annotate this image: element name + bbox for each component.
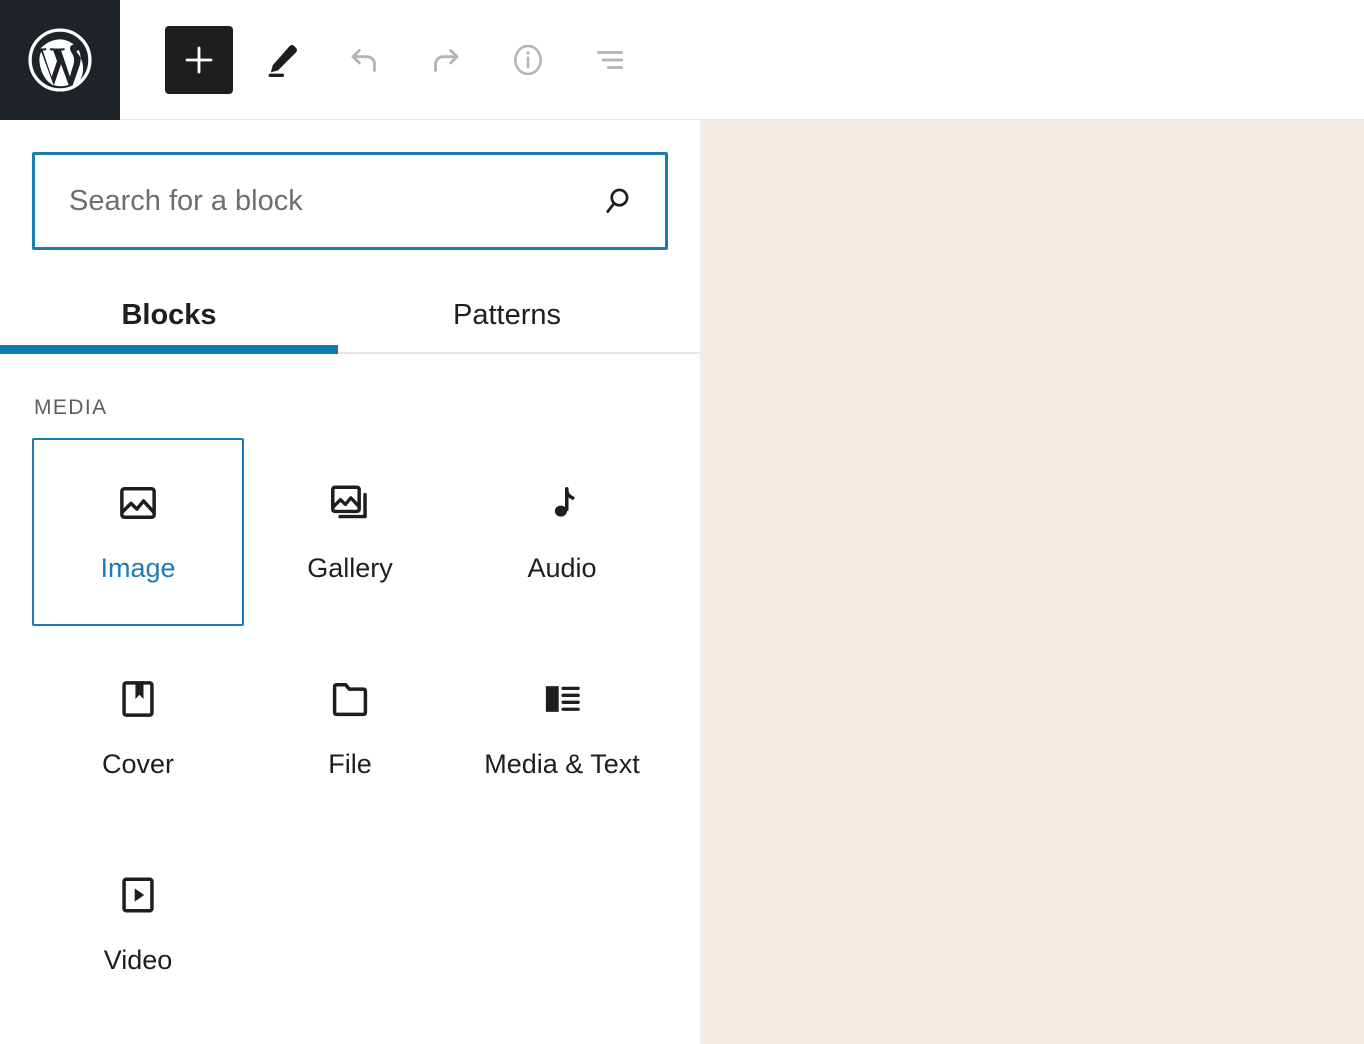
block-inserter-panel: Blocks Patterns MEDIA Image (0, 120, 701, 1044)
search-box[interactable] (32, 152, 668, 250)
tab-blocks[interactable]: Blocks (0, 278, 338, 352)
list-view-button[interactable] (577, 27, 643, 93)
block-item-image[interactable]: Image (32, 438, 244, 626)
wordpress-block-editor: Blocks Patterns MEDIA Image (0, 0, 1364, 1044)
plus-icon (181, 42, 217, 78)
block-item-label: Media & Text (484, 749, 640, 780)
undo-icon (344, 40, 384, 80)
toolbar-actions (120, 0, 643, 119)
block-item-media-text[interactable]: Media & Text (456, 634, 668, 822)
info-icon (508, 40, 548, 80)
add-block-button[interactable] (165, 26, 233, 94)
undo-button[interactable] (331, 27, 397, 93)
edit-mode-button[interactable] (249, 27, 315, 93)
editor-body: Blocks Patterns MEDIA Image (0, 120, 1364, 1044)
editor-toolbar (0, 0, 1364, 120)
category-label-media: MEDIA (34, 396, 668, 420)
media-text-icon (540, 677, 584, 721)
gallery-icon (328, 481, 372, 525)
block-item-label: Audio (527, 553, 596, 584)
block-item-video[interactable]: Video (32, 830, 244, 1018)
block-grid: Image Gallery (32, 438, 668, 1018)
tab-patterns[interactable]: Patterns (338, 278, 676, 352)
file-icon (328, 677, 372, 721)
editor-canvas: Mont Blanc appears—still, snowy, and ser… (701, 120, 1364, 1044)
block-item-label: Cover (102, 749, 174, 780)
wordpress-logo (27, 27, 93, 93)
block-item-label: File (328, 749, 372, 780)
block-item-label: Video (104, 945, 173, 976)
inserter-tabs: Blocks Patterns (0, 278, 700, 354)
block-list: MEDIA Image (0, 354, 700, 1044)
video-icon (116, 873, 160, 917)
block-item-label: Image (100, 553, 175, 584)
block-item-file[interactable]: File (244, 634, 456, 822)
redo-button[interactable] (413, 27, 479, 93)
image-icon (116, 481, 160, 525)
cover-icon (116, 677, 160, 721)
search-section (0, 120, 700, 250)
search-input[interactable] (35, 185, 601, 218)
details-button[interactable] (495, 27, 561, 93)
audio-icon (540, 481, 584, 525)
list-view-icon (590, 40, 630, 80)
search-icon (601, 184, 665, 218)
block-item-cover[interactable]: Cover (32, 634, 244, 822)
block-item-gallery[interactable]: Gallery (244, 438, 456, 626)
block-item-audio[interactable]: Audio (456, 438, 668, 626)
redo-icon (426, 40, 466, 80)
pencil-icon (262, 40, 302, 80)
block-item-label: Gallery (307, 553, 393, 584)
wordpress-logo-button[interactable] (0, 0, 120, 120)
